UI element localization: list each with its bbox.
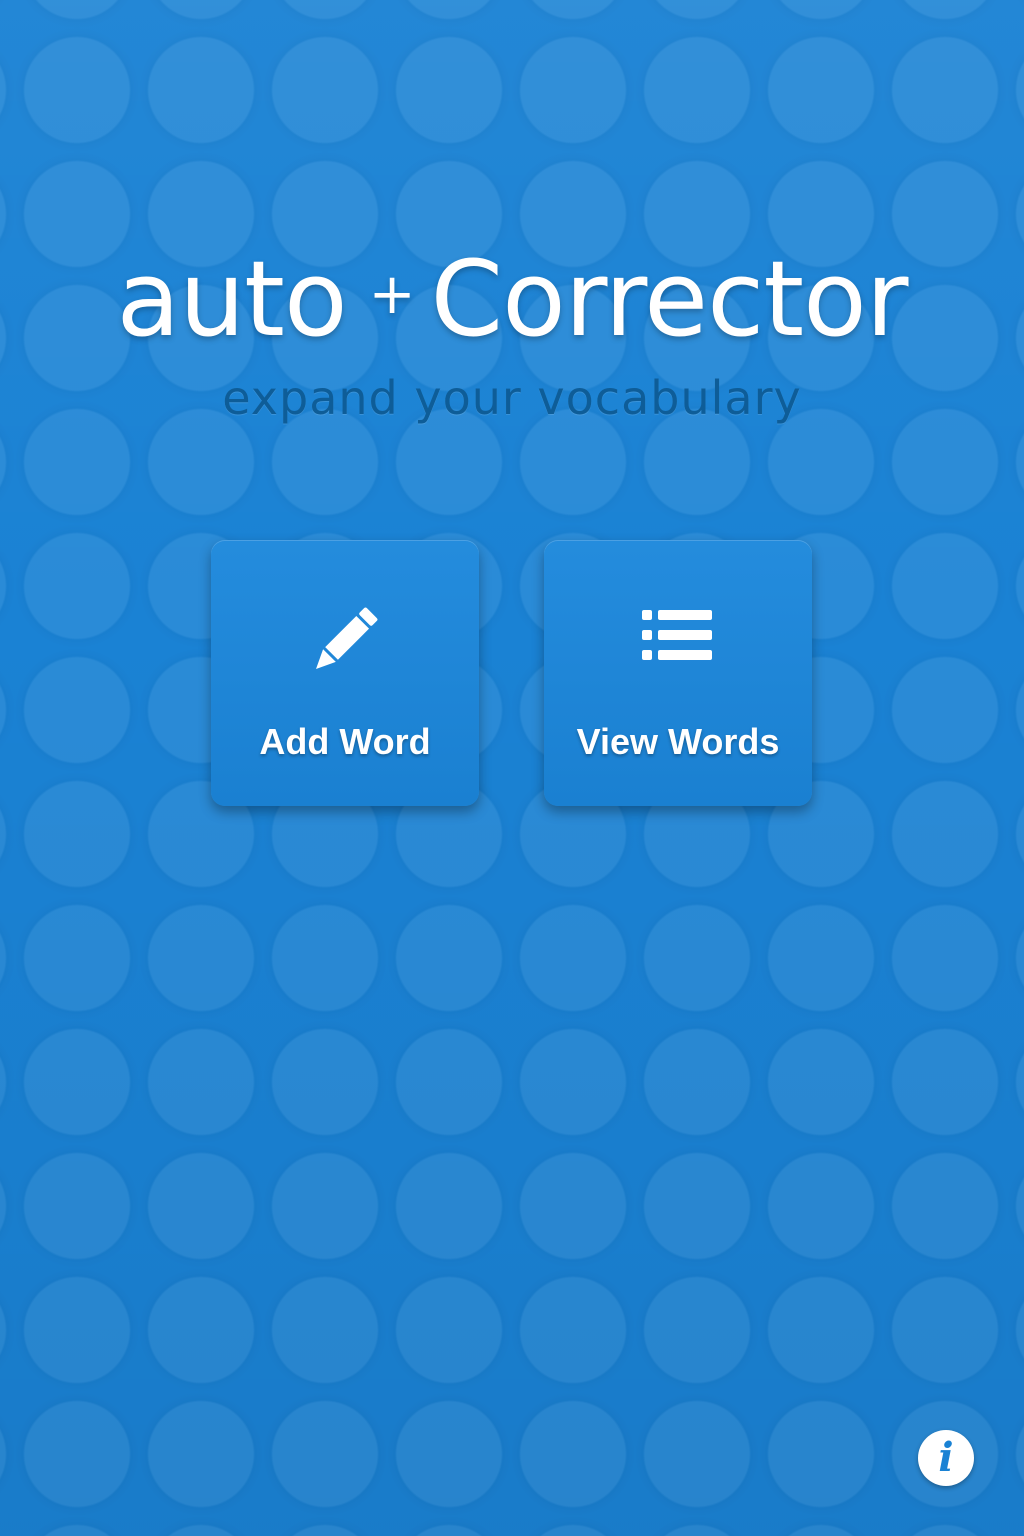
logo-word-auto: auto bbox=[116, 238, 348, 360]
view-words-label: View Words bbox=[576, 721, 780, 762]
info-button[interactable]: i bbox=[918, 1430, 974, 1486]
view-words-button[interactable]: View Words bbox=[544, 540, 812, 806]
add-word-button[interactable]: Add Word bbox=[211, 540, 479, 806]
logo-plus-icon: + bbox=[368, 262, 416, 327]
info-icon: i bbox=[938, 1434, 954, 1481]
logo-word-corrector: Corrector bbox=[430, 238, 909, 360]
app-logo: auto + Corrector bbox=[0, 230, 1024, 364]
list-icon bbox=[544, 598, 812, 682]
add-word-label: Add Word bbox=[259, 721, 431, 762]
tagline: expand your vocabulary bbox=[222, 371, 802, 425]
pencil-icon bbox=[211, 598, 479, 682]
